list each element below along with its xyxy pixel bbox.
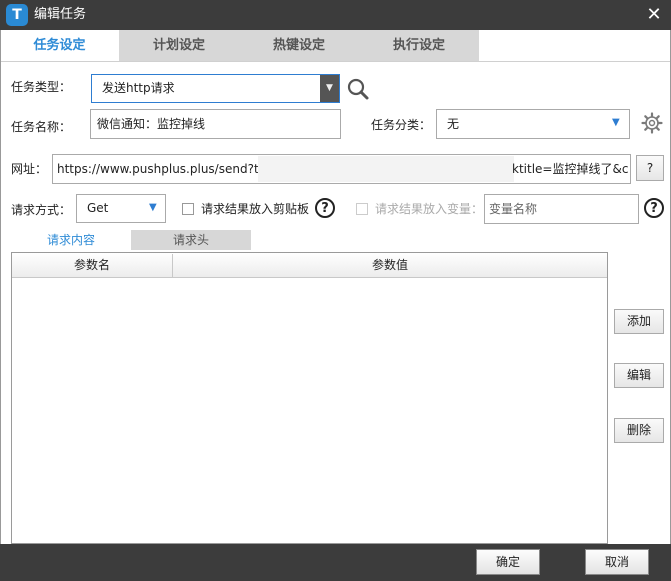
tab-divider: [0, 61, 671, 62]
ok-button[interactable]: 确定: [476, 549, 540, 575]
clipboard-checkbox-label[interactable]: 请求结果放入剪贴板: [201, 200, 309, 218]
search-icon[interactable]: [346, 77, 370, 101]
method-value: Get: [87, 201, 109, 215]
close-icon[interactable]: ✕: [642, 0, 666, 30]
task-name-label: 任务名称：: [11, 120, 72, 134]
subtab-request-content[interactable]: 请求内容: [11, 230, 131, 250]
task-name-input[interactable]: 微信通知：监控掉线: [90, 109, 341, 139]
variable-checkbox[interactable]: [356, 203, 368, 215]
footer-bar: [0, 544, 671, 581]
url-label: 网址：: [11, 162, 48, 176]
column-header-param-value[interactable]: 参数值: [173, 253, 607, 278]
url-redaction: [258, 156, 514, 182]
url-help-button[interactable]: ?: [636, 155, 664, 181]
task-type-dropdown-button[interactable]: ▼: [320, 75, 339, 102]
cancel-button[interactable]: 取消: [585, 549, 649, 575]
task-type-value: 发送http请求: [102, 81, 175, 95]
edit-button[interactable]: 编辑: [614, 363, 664, 388]
url-text-end: ktitle=监控掉线了&cc: [512, 162, 628, 176]
add-button[interactable]: 添加: [614, 309, 664, 334]
column-header-param-name[interactable]: 参数名: [12, 253, 172, 278]
task-type-select[interactable]: 发送http请求: [91, 74, 340, 103]
task-type-label: 任务类型：: [11, 80, 72, 94]
clipboard-checkbox[interactable]: [182, 203, 194, 215]
window-border: [0, 30, 1, 544]
subtab-request-headers[interactable]: 请求头: [131, 230, 251, 250]
tab-task-settings[interactable]: 任务设定: [0, 30, 119, 62]
task-category-select[interactable]: 无: [436, 109, 630, 139]
url-text-start: https://www.pushplus.plus/send?tok: [57, 162, 273, 176]
method-label: 请求方式：: [11, 203, 72, 217]
tab-hotkey-settings[interactable]: 热键设定: [239, 30, 359, 62]
task-category-label: 任务分类：: [371, 118, 432, 132]
title-bar: [0, 0, 671, 30]
tab-execution-settings[interactable]: 执行设定: [359, 30, 479, 62]
app-logo-icon: T: [6, 4, 28, 26]
delete-button[interactable]: 删除: [614, 418, 664, 443]
variable-checkbox-label[interactable]: 请求结果放入变量：: [375, 200, 483, 218]
gear-icon[interactable]: [641, 112, 663, 134]
help-icon[interactable]: ?: [644, 198, 664, 218]
variable-name-input[interactable]: 变量名称: [484, 194, 639, 224]
tab-schedule-settings[interactable]: 计划设定: [119, 30, 239, 62]
task-category-value: 无: [447, 117, 460, 131]
params-table[interactable]: [11, 252, 608, 544]
help-icon[interactable]: ?: [315, 198, 335, 218]
window-title: 编辑任务: [34, 7, 87, 22]
chevron-down-icon[interactable]: ▼: [149, 202, 157, 213]
chevron-down-icon[interactable]: ▼: [612, 117, 620, 128]
